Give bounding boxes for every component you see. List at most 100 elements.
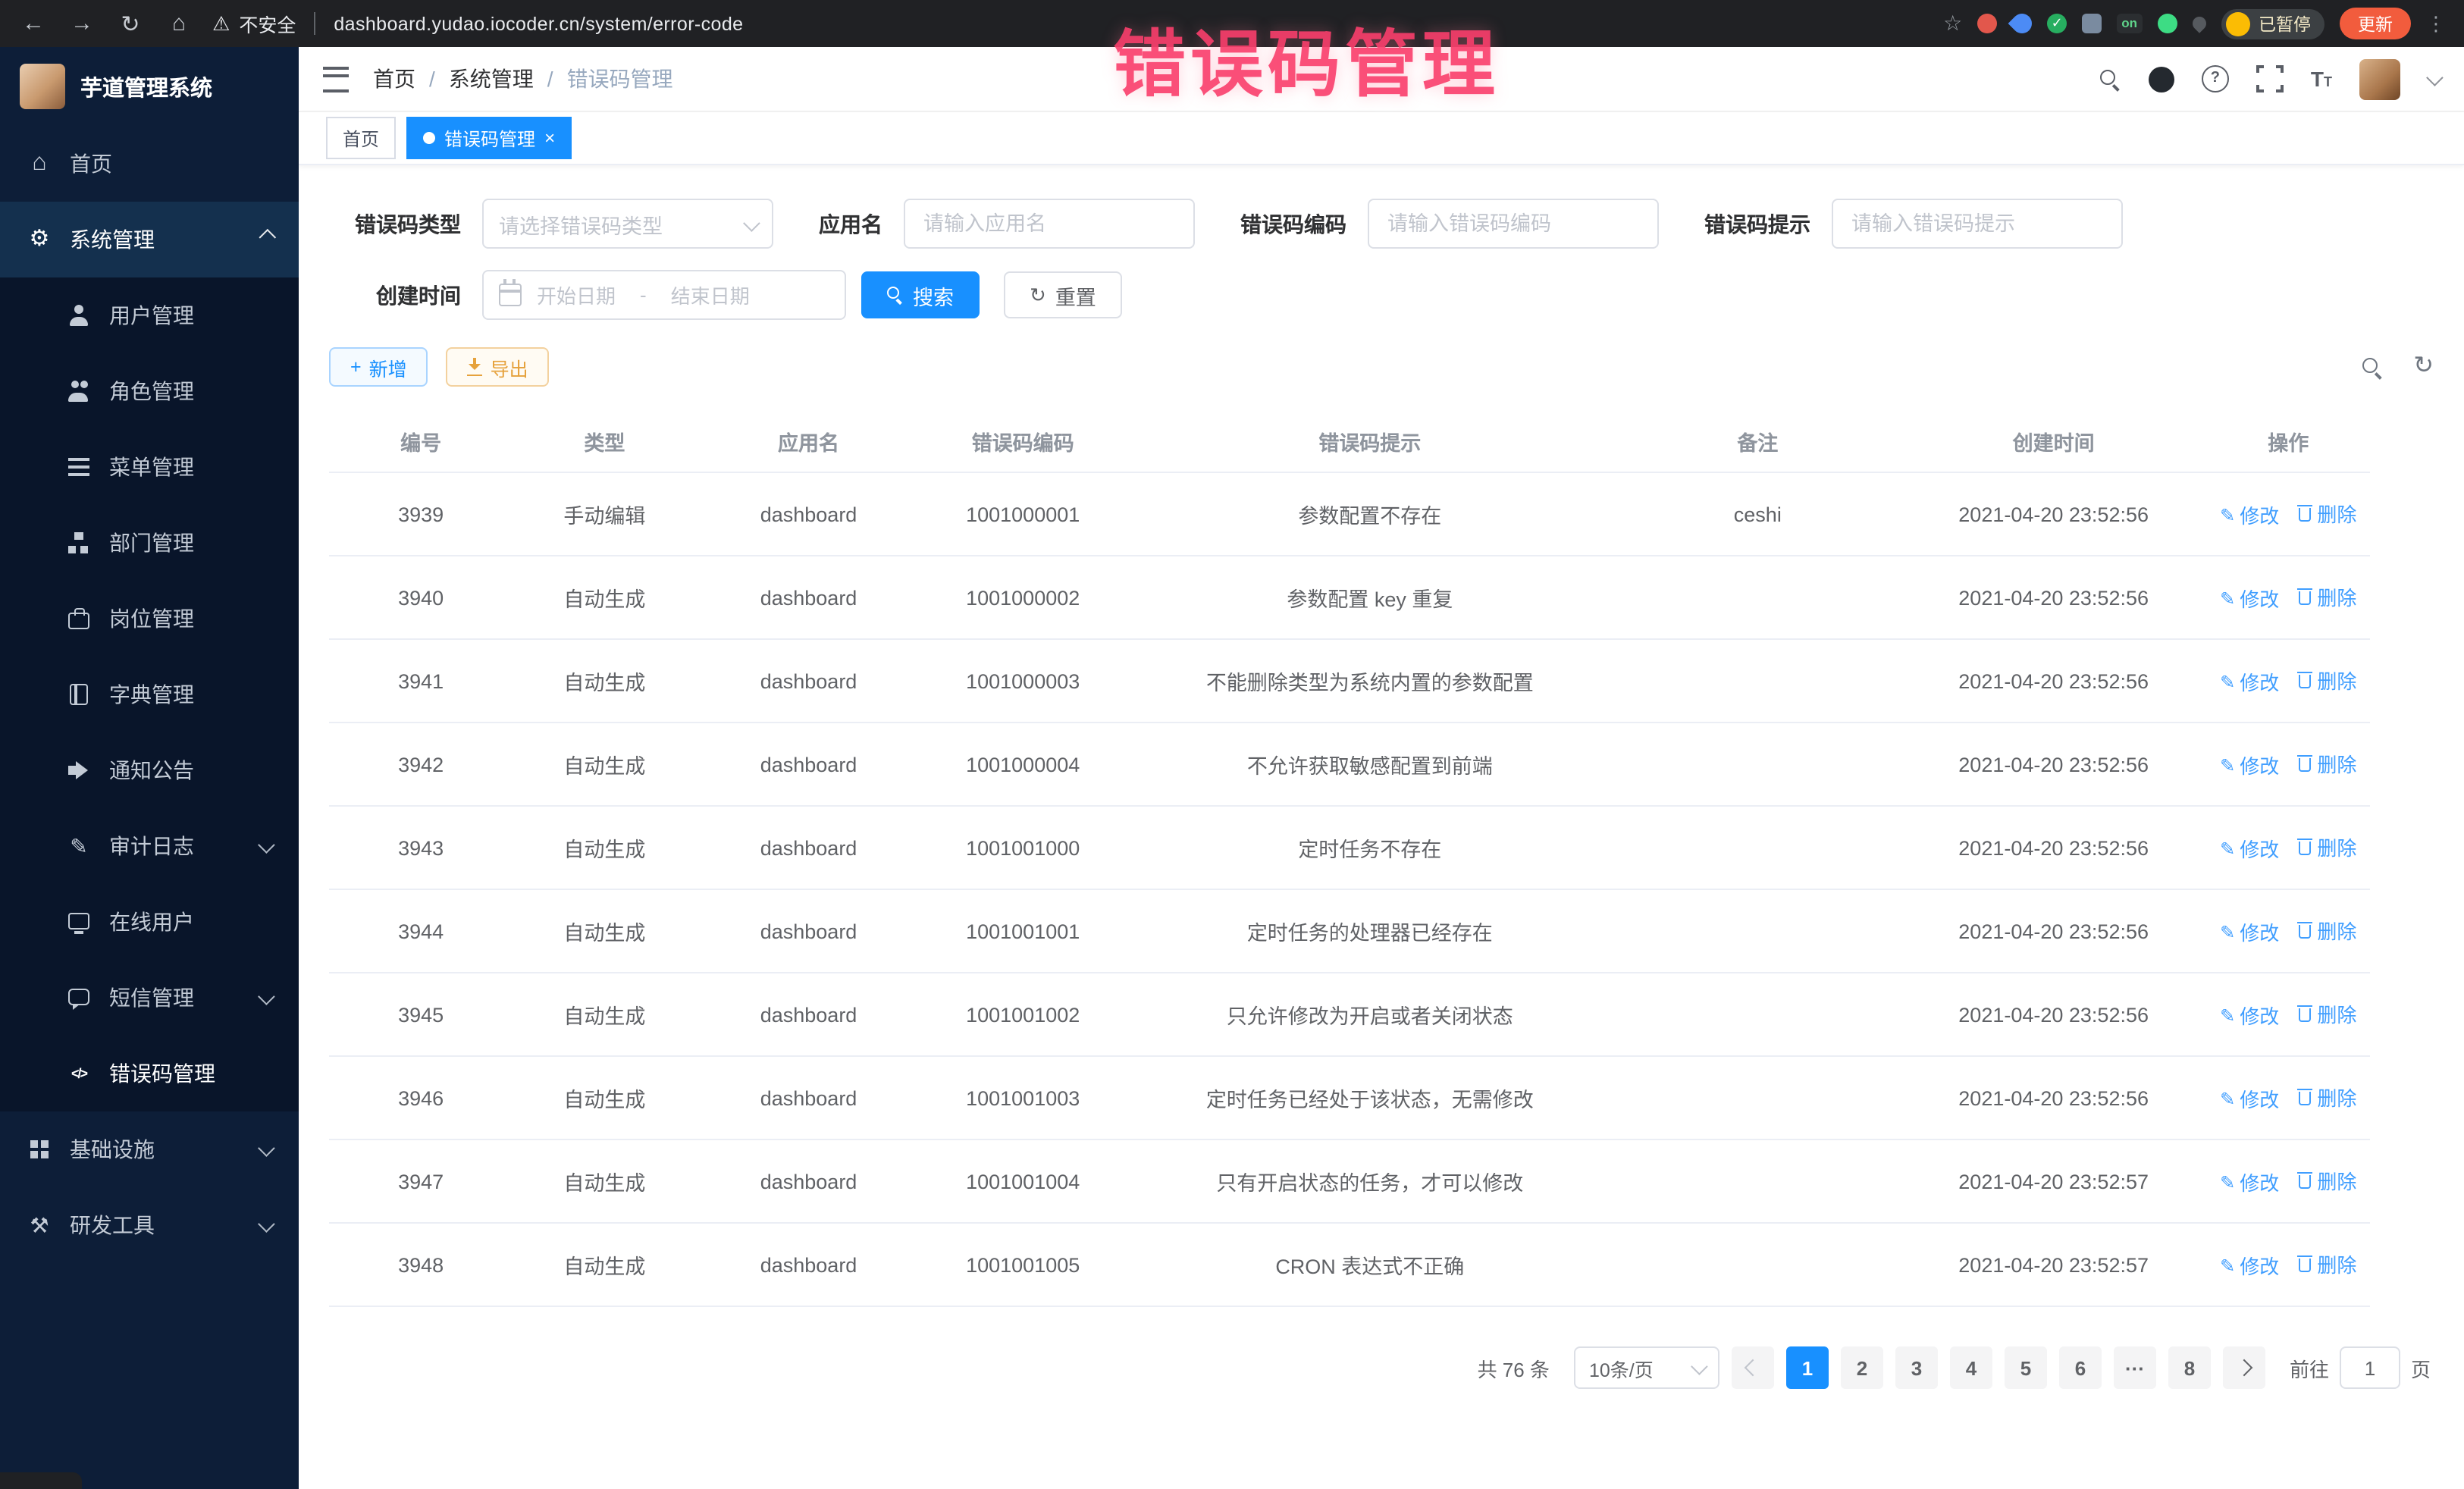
cell-actions: ✎修改删除 (2207, 556, 2370, 639)
sidebar-item-badge[interactable]: 岗位管理 (0, 581, 299, 657)
goto-page: 前往 页 (2290, 1346, 2431, 1389)
page-button[interactable]: 3 (1895, 1346, 1938, 1389)
page-button[interactable]: 6 (2059, 1346, 2102, 1389)
sidebar-item-users[interactable]: 角色管理 (0, 353, 299, 429)
delete-link[interactable]: 删除 (2297, 999, 2356, 1028)
paused-label: 已暂停 (2259, 11, 2311, 36)
delete-label: 删除 (2317, 749, 2356, 778)
filter-select[interactable]: 请选择错误码类型 (482, 199, 773, 249)
home-button[interactable]: ⌂ (164, 11, 194, 36)
sidebar-item-announcement[interactable]: 通知公告 (0, 732, 299, 808)
prev-page-button[interactable] (1732, 1346, 1774, 1389)
sidebar-item-org[interactable]: 部门管理 (0, 505, 299, 581)
sidebar-item-monitor[interactable]: 在线用户 (0, 884, 299, 960)
tab-1[interactable]: 错误码管理× (406, 117, 572, 159)
date-range-picker[interactable]: 开始日期 - 结束日期 (482, 270, 846, 320)
sidebar-item-message[interactable]: 短信管理 (0, 960, 299, 1036)
delete-link[interactable]: 删除 (2297, 1249, 2356, 1278)
edit-link[interactable]: ✎修改 (2220, 501, 2279, 530)
edit-link[interactable]: ✎修改 (2220, 751, 2279, 780)
sidebar-item-book[interactable]: 字典管理 (0, 657, 299, 732)
font-size-icon[interactable]: TT (2311, 68, 2332, 89)
main-header: 首页 / 系统管理 / 错误码管理 TT (299, 47, 2464, 112)
delete-link[interactable]: 删除 (2297, 1166, 2356, 1195)
reset-button[interactable]: ↻ 重置 (1004, 271, 1122, 318)
sidebar-item-code[interactable]: 错误码管理 (0, 1036, 299, 1111)
edit-link[interactable]: ✎修改 (2220, 1168, 2279, 1197)
sidebar-item-list[interactable]: 菜单管理 (0, 429, 299, 505)
extension-icon[interactable] (2008, 10, 2036, 38)
filter-input[interactable] (1848, 211, 2106, 237)
page-size-select[interactable]: 10条/页 (1574, 1346, 1719, 1389)
page-button[interactable]: 8 (2168, 1346, 2211, 1389)
avatar[interactable] (2359, 58, 2400, 99)
extension-icon[interactable] (2157, 14, 2177, 33)
url-text[interactable]: dashboard.yudao.iocoder.cn/system/error-… (334, 13, 743, 34)
delete-link[interactable]: 删除 (2297, 499, 2356, 528)
sidebar-item-home[interactable]: 首页 (0, 126, 299, 202)
filter-input[interactable] (1384, 211, 1642, 237)
bookmark-star-icon[interactable]: ☆ (1943, 11, 1962, 36)
sidebar-item-user[interactable]: 用户管理 (0, 277, 299, 353)
sidebar-item-tools[interactable]: 研发工具 (0, 1187, 299, 1263)
delete-link[interactable]: 删除 (2297, 582, 2356, 611)
extension-check-icon[interactable] (2047, 14, 2067, 33)
delete-link[interactable]: 删除 (2297, 1083, 2356, 1111)
page-button[interactable]: 1 (1786, 1346, 1829, 1389)
search-icon[interactable] (2099, 67, 2121, 90)
menu-fold-button[interactable] (323, 66, 349, 92)
edit-link[interactable]: ✎修改 (2220, 1002, 2279, 1030)
edit-link[interactable]: ✎修改 (2220, 1085, 2279, 1114)
proxy-extension-icon[interactable]: on (2117, 14, 2142, 33)
edit-label: 修改 (2240, 918, 2279, 947)
breadcrumb-item-home[interactable]: 首页 (373, 64, 415, 94)
browser-menu-icon[interactable]: ⋮ (2426, 11, 2446, 36)
back-button[interactable]: ← (18, 11, 49, 36)
goto-page-input[interactable] (2340, 1346, 2400, 1389)
edit-link[interactable]: ✎修改 (2220, 918, 2279, 947)
edit-link[interactable]: ✎修改 (2220, 1252, 2279, 1281)
page-button[interactable]: 2 (1841, 1346, 1883, 1389)
export-button[interactable]: 导出 (447, 347, 550, 387)
close-icon[interactable]: × (544, 129, 555, 147)
add-button[interactable]: + 新增 (329, 347, 428, 387)
cell-type: 自动生成 (513, 1223, 696, 1306)
security-indicator[interactable]: ⚠ 不安全 (212, 9, 296, 38)
help-icon[interactable] (2202, 65, 2229, 92)
chevron-down-icon[interactable] (2426, 69, 2444, 86)
page-button[interactable]: 4 (1950, 1346, 1992, 1389)
pinned-extension-icon[interactable] (2189, 14, 2208, 33)
update-button[interactable]: 更新 (2340, 8, 2411, 39)
profile-chip[interactable]: 已暂停 (2221, 8, 2324, 39)
goto-unit: 页 (2411, 1353, 2431, 1382)
cell-message: 只允许修改为开启或者关闭状态 (1125, 973, 1615, 1056)
sidebar-item-gear[interactable]: 系统管理 (0, 202, 299, 277)
reload-button[interactable]: ↻ (115, 10, 146, 37)
extension-blocks-icon[interactable] (2082, 14, 2102, 33)
app-logo[interactable]: 芋道管理系统 (0, 47, 299, 126)
delete-link[interactable]: 删除 (2297, 666, 2356, 694)
tab-0[interactable]: 首页 (326, 117, 396, 159)
fullscreen-icon[interactable] (2256, 65, 2284, 92)
forward-button[interactable]: → (67, 11, 97, 36)
delete-link[interactable]: 删除 (2297, 749, 2356, 778)
filter-input[interactable] (920, 211, 1178, 237)
page-button[interactable]: 5 (2005, 1346, 2047, 1389)
edit-link[interactable]: ✎修改 (2220, 668, 2279, 697)
sidebar-item-edit[interactable]: 审计日志 (0, 808, 299, 884)
github-icon[interactable] (2149, 66, 2174, 92)
delete-link[interactable]: 删除 (2297, 916, 2356, 945)
breadcrumb-item-system[interactable]: 系统管理 (449, 64, 534, 94)
trash-icon (2297, 755, 2312, 772)
edit-link[interactable]: ✎修改 (2220, 835, 2279, 864)
search-icon (887, 287, 904, 303)
table-search-icon[interactable] (2360, 356, 2383, 378)
delete-link[interactable]: 删除 (2297, 832, 2356, 861)
search-button[interactable]: 搜索 (861, 271, 980, 318)
edit-link[interactable]: ✎修改 (2220, 585, 2279, 613)
sidebar-item-grid[interactable]: 基础设施 (0, 1111, 299, 1187)
page-more-button[interactable]: ··· (2114, 1346, 2156, 1389)
extension-icon[interactable] (1977, 14, 1997, 33)
table-refresh-icon[interactable]: ↻ (2413, 355, 2434, 379)
next-page-button[interactable] (2223, 1346, 2265, 1389)
